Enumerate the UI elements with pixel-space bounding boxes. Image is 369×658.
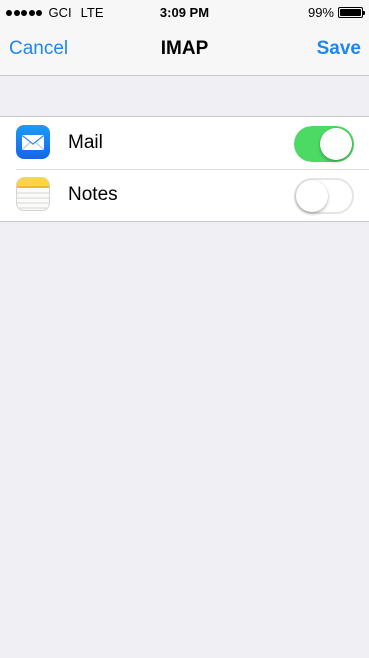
status-bar: GCI LTE 3:09 PM 99% (0, 0, 369, 24)
save-button[interactable]: Save (317, 38, 361, 60)
page-title: IMAP (160, 38, 209, 59)
status-right: 99% (307, 5, 365, 20)
toggle-knob (320, 128, 352, 160)
account-services-list: Mail Notes (0, 116, 369, 222)
battery-percentage: 99% (307, 5, 334, 20)
mail-icon (16, 125, 50, 159)
mail-toggle[interactable] (294, 126, 354, 162)
notes-label: Notes (68, 184, 118, 205)
mail-label: Mail (68, 132, 103, 153)
toggle-knob (296, 180, 328, 212)
battery-icon (338, 7, 365, 18)
notes-toggle[interactable] (294, 178, 354, 214)
list-item-notes: Notes (0, 169, 369, 221)
notes-icon (16, 177, 50, 211)
navigation-bar: Cancel IMAP Save (0, 24, 369, 76)
list-item-mail: Mail (0, 117, 369, 169)
